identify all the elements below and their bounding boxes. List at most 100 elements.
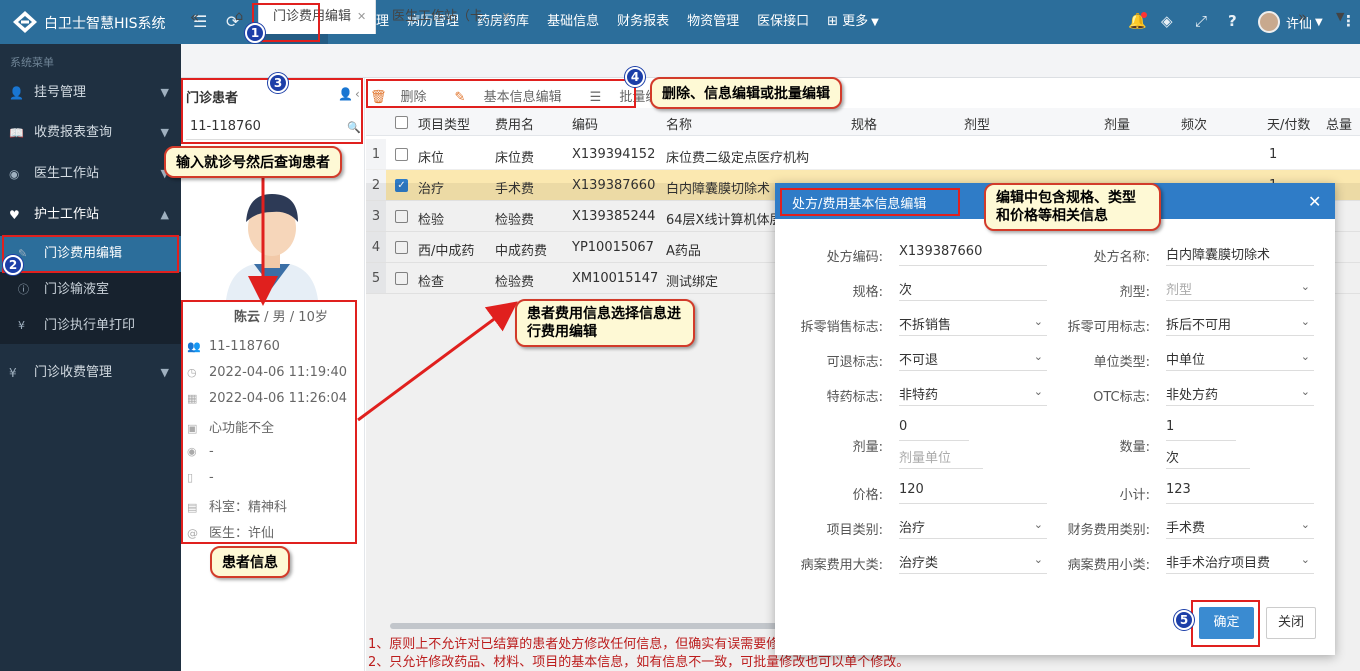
col-form[interactable]: 剂型 xyxy=(964,114,990,133)
sidebar-subitem-print[interactable]: ¥ 门诊执行单打印 xyxy=(0,308,181,344)
refundable-select[interactable]: 不可退 ⌄ xyxy=(899,345,1047,371)
tab-bar xyxy=(181,44,1360,78)
unit-type-value: 中单位 xyxy=(1166,353,1206,368)
rx-code-field[interactable]: X139387660 xyxy=(899,240,1047,266)
unit-type-select[interactable]: 中单位 ⌄ xyxy=(1166,345,1314,371)
chevron-down-icon: ⌄ xyxy=(1300,350,1310,363)
rx-name-label: 处方名称: xyxy=(1093,250,1150,265)
col-type[interactable]: 项目类型 xyxy=(418,114,470,133)
form-select[interactable]: 剂型 ⌄ xyxy=(1166,275,1314,301)
close-icon[interactable]: ✕ xyxy=(357,10,366,23)
fullscreen-icon[interactable]: ⤢ xyxy=(1195,12,1207,30)
chevron-down-icon: ⌄ xyxy=(1033,385,1043,398)
price-field[interactable]: 120 xyxy=(899,478,1047,504)
step-badge-1: 1 xyxy=(245,23,265,43)
heart-icon: ♥ xyxy=(9,208,20,222)
dose-field[interactable]: 0 xyxy=(899,415,969,441)
cell-code: X139394152 xyxy=(572,147,656,162)
split-sale-label: 拆零销售标志: xyxy=(800,320,883,335)
sidebar-item-label: 挂号管理 xyxy=(34,85,87,100)
sidebar-item-label: 医生工作站 xyxy=(34,166,100,181)
chevron-down-icon: ⌄ xyxy=(1033,315,1043,328)
menu-finance[interactable]: 财务报表 xyxy=(608,0,678,44)
menu-materials[interactable]: 物资管理 xyxy=(678,0,748,44)
sidebar-item-label: 收费报表查询 xyxy=(34,125,113,140)
doctor-avatar-illustration xyxy=(226,194,318,300)
chevron-down-icon: ⌄ xyxy=(1300,385,1310,398)
help-icon[interactable]: ? xyxy=(1228,12,1237,30)
step-badge-3: 3 xyxy=(268,73,288,93)
table-row[interactable]: 1 床位 床位费 X139394152 床位费二级定点医疗机构 1 xyxy=(366,139,1360,170)
qty-label: 数量: xyxy=(1119,440,1150,455)
qty-unit-field[interactable]: 次 xyxy=(1166,443,1250,469)
highlight-box-modal-title xyxy=(780,188,960,216)
info-icon: ⓘ xyxy=(18,283,29,296)
special-drug-select[interactable]: 非特药 ⌄ xyxy=(899,380,1047,406)
col-code[interactable]: 编码 xyxy=(572,114,598,133)
chevron-down-icon: ⌄ xyxy=(1300,315,1310,328)
menu-insurance[interactable]: 医保接口 xyxy=(748,0,818,44)
step-badge-4: 4 xyxy=(625,67,645,87)
sidebar-item-outpatient-billing[interactable]: ¥ 门诊收费管理 ▼ xyxy=(0,353,181,393)
yen-icon: ¥ xyxy=(18,319,25,332)
row-checkbox[interactable] xyxy=(395,148,408,161)
grid-icon: ⊞ xyxy=(827,14,843,29)
col-spec[interactable]: 规格 xyxy=(851,114,877,133)
sidebar-item-nurse-station[interactable]: ♥ 护士工作站 ▲ xyxy=(0,195,181,235)
case-minor-select[interactable]: 非手术治疗项目费 ⌄ xyxy=(1166,548,1314,574)
form-placeholder: 剂型 xyxy=(1166,283,1193,298)
col-freq[interactable]: 频次 xyxy=(1181,114,1207,133)
callout-modal: 编辑中包含规格、类型和价格等相关信息 xyxy=(984,183,1161,231)
dose-unit-field[interactable]: 剂量单位 xyxy=(899,443,983,469)
scroll-left-icon[interactable]: « xyxy=(190,0,212,34)
col-name[interactable]: 名称 xyxy=(666,114,692,133)
sidebar-item-label: 门诊收费管理 xyxy=(34,365,113,380)
tag-icon[interactable]: ◈ xyxy=(1161,12,1173,30)
dose-label: 剂量: xyxy=(852,440,883,455)
col-fee[interactable]: 费用名 xyxy=(495,114,534,133)
sidebar-header: 系统菜单 xyxy=(10,56,54,69)
chevron-down-icon[interactable]: ▼ xyxy=(1336,0,1356,34)
split-use-label: 拆零可用标志: xyxy=(1067,320,1150,335)
scroll-right-icon[interactable]: » xyxy=(1298,0,1322,34)
location-icon: ◉ xyxy=(9,167,20,181)
step-badge-2: 2 xyxy=(3,255,23,275)
col-dose[interactable]: 剂量 xyxy=(1104,114,1130,133)
col-total[interactable]: 总量 xyxy=(1326,114,1352,133)
close-icon[interactable]: ✕ xyxy=(501,10,510,23)
sidebar-item-registration[interactable]: 👤 挂号管理 ▼ xyxy=(0,73,181,113)
chevron-down-icon: ⌄ xyxy=(1300,518,1310,531)
rx-name-field[interactable]: 白内障囊膜切除术 xyxy=(1166,240,1314,266)
subtotal-field[interactable]: 123 xyxy=(1166,478,1314,504)
col-days[interactable]: 天/付数 xyxy=(1267,114,1310,133)
step-badge-5: 5 xyxy=(1174,610,1194,630)
avatar xyxy=(1258,11,1280,33)
case-minor-value: 非手术治疗项目费 xyxy=(1166,556,1271,571)
tab-doctor-station[interactable]: 医生工作站（卡... ✕ xyxy=(378,0,518,34)
fin-cat-select[interactable]: 手术费 ⌄ xyxy=(1166,513,1314,539)
sidebar-subitem-infusion[interactable]: ⓘ 门诊输液室 xyxy=(0,272,181,308)
sidebar-item-billing-report[interactable]: 📖 收费报表查询 ▼ xyxy=(0,113,181,153)
close-icon[interactable]: ✕ xyxy=(1308,192,1321,211)
otc-select[interactable]: 非处方药 ⌄ xyxy=(1166,380,1314,406)
cell-fee: 床位费 xyxy=(495,151,535,166)
chevron-down-icon: ▼ xyxy=(160,86,169,99)
close-button[interactable]: 关闭 xyxy=(1266,607,1316,639)
split-sale-select[interactable]: 不拆销售 ⌄ xyxy=(899,310,1047,336)
item-cat-select[interactable]: 治疗 ⌄ xyxy=(899,513,1047,539)
spec-field[interactable]: 次 xyxy=(899,275,1047,301)
menu-more[interactable]: ⊞ 更多 ▼ xyxy=(818,0,888,44)
qty-field[interactable]: 1 xyxy=(1166,415,1236,441)
price-label: 价格: xyxy=(852,488,883,503)
case-major-select[interactable]: 治疗类 ⌄ xyxy=(899,548,1047,574)
menu-basic-info[interactable]: 基础信息 xyxy=(538,0,608,44)
user-icon: 👤 xyxy=(9,86,24,100)
logo-icon xyxy=(13,11,37,33)
callout-search: 输入就诊号然后查询患者 xyxy=(164,146,342,178)
otc-value: 非处方药 xyxy=(1166,388,1219,403)
tab-label: 医生工作站（卡... xyxy=(392,9,496,24)
select-all-checkbox[interactable] xyxy=(395,116,408,129)
fin-cat-value: 手术费 xyxy=(1166,521,1206,536)
split-use-select[interactable]: 拆后不可用 ⌄ xyxy=(1166,310,1314,336)
sidebar-item-doctor-station[interactable]: ◉医生工作站▼ xyxy=(0,154,181,194)
